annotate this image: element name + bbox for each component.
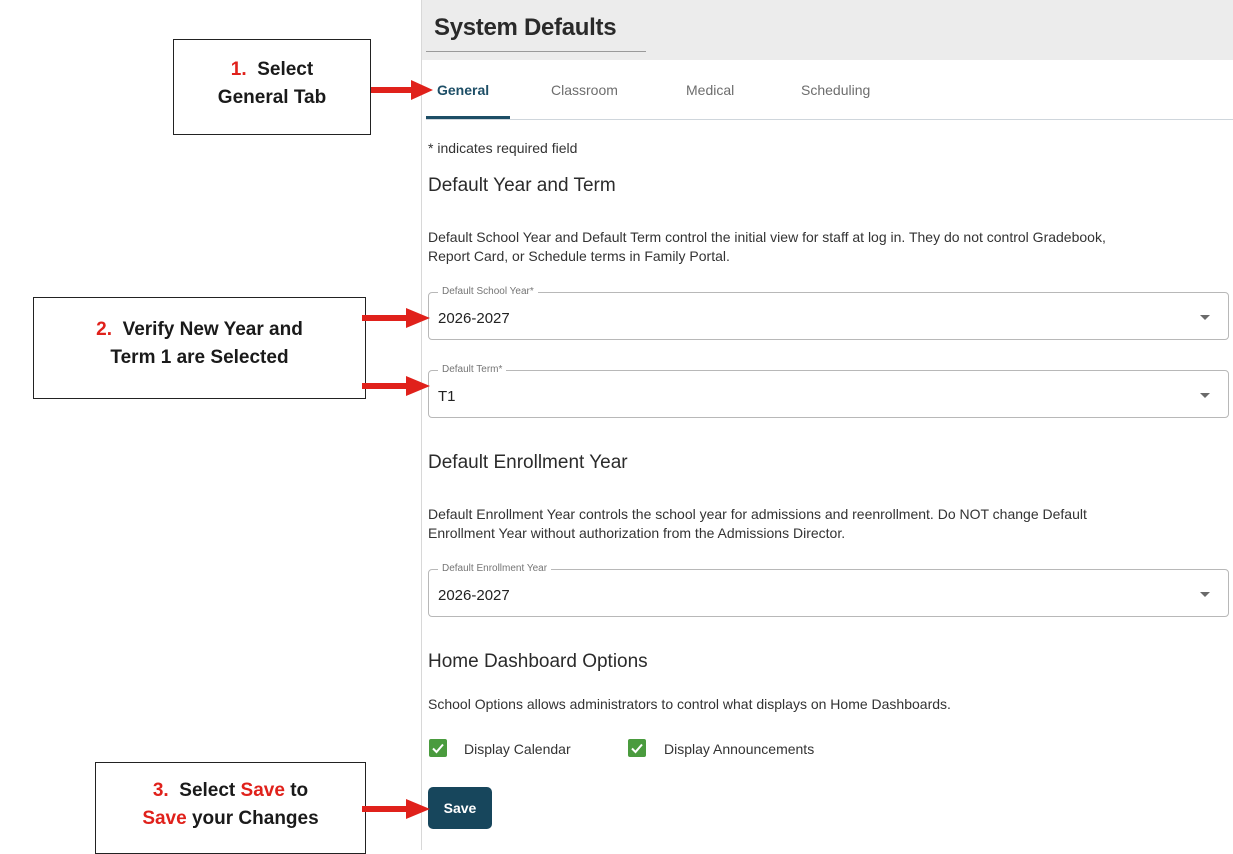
default-enrollment-year-select[interactable]: Default Enrollment Year 2026-2027 xyxy=(428,563,1229,617)
dropdown-caret-icon xyxy=(1200,393,1210,398)
home-dashboard-heading: Home Dashboard Options xyxy=(428,651,648,672)
checkmark-icon xyxy=(631,743,643,754)
display-calendar-checkbox[interactable] xyxy=(429,739,447,757)
display-calendar-label: Display Calendar xyxy=(464,741,571,757)
arrow-icon xyxy=(371,80,433,100)
home-dashboard-description: School Options allows administrators to … xyxy=(428,696,951,712)
checkmark-icon xyxy=(432,743,444,754)
callout-3: 3. Select Save to Save your Changes xyxy=(95,762,366,854)
tab-medical[interactable]: Medical xyxy=(686,82,734,98)
title-underline xyxy=(426,51,646,52)
arrow-icon xyxy=(362,799,430,819)
enrollment-description-1: Default Enrollment Year controls the sch… xyxy=(428,506,1087,522)
default-enrollment-year-value: 2026-2027 xyxy=(438,587,510,604)
display-announcements-label: Display Announcements xyxy=(664,741,815,757)
callout-1-line-1: 1. Select xyxy=(230,59,314,80)
system-defaults-panel xyxy=(421,0,1233,850)
page-title: System Defaults xyxy=(434,14,617,41)
callout-2-line-1: 2. Verify New Year and xyxy=(96,319,303,340)
default-term-value: T1 xyxy=(438,388,456,405)
default-year-term-description-2: Report Card, or Schedule terms in Family… xyxy=(428,248,730,264)
callout-2: 2. Verify New Year and Term 1 are Select… xyxy=(33,297,366,399)
default-term-label: Default Term* xyxy=(438,364,507,376)
tab-classroom[interactable]: Classroom xyxy=(551,82,618,98)
callout-3-line-1: 3. Select Save to xyxy=(152,780,309,801)
arrow-icon xyxy=(362,308,430,328)
default-term-select[interactable]: Default Term* T1 xyxy=(428,364,1229,418)
callout-2-line-2: Term 1 are Selected xyxy=(110,347,289,368)
dropdown-caret-icon xyxy=(1200,592,1210,597)
display-announcements-checkbox[interactable] xyxy=(628,739,646,757)
default-school-year-select[interactable]: Default School Year* 2026-2027 xyxy=(428,286,1229,340)
callout-1-line-2: General Tab xyxy=(217,87,327,108)
arrow-icon xyxy=(362,376,430,396)
dropdown-caret-icon xyxy=(1200,315,1210,320)
enrollment-description-2: Enrollment Year without authorization fr… xyxy=(428,525,846,541)
default-year-term-description-1: Default School Year and Default Term con… xyxy=(428,229,1106,245)
required-field-note: * indicates required field xyxy=(428,140,578,156)
callout-1: 1. Select General Tab xyxy=(173,39,371,135)
callout-3-line-2: Save your Changes xyxy=(142,808,319,829)
save-button[interactable]: Save xyxy=(428,787,492,829)
tab-general[interactable]: General xyxy=(437,82,489,98)
default-school-year-label: Default School Year* xyxy=(438,286,538,298)
default-school-year-value: 2026-2027 xyxy=(438,310,510,327)
panel-border xyxy=(421,0,422,850)
tabs-divider xyxy=(426,119,1233,120)
tab-scheduling[interactable]: Scheduling xyxy=(801,82,870,98)
default-enrollment-year-heading: Default Enrollment Year xyxy=(428,452,628,473)
default-year-term-heading: Default Year and Term xyxy=(428,175,616,196)
default-enrollment-year-label: Default Enrollment Year xyxy=(438,563,552,575)
